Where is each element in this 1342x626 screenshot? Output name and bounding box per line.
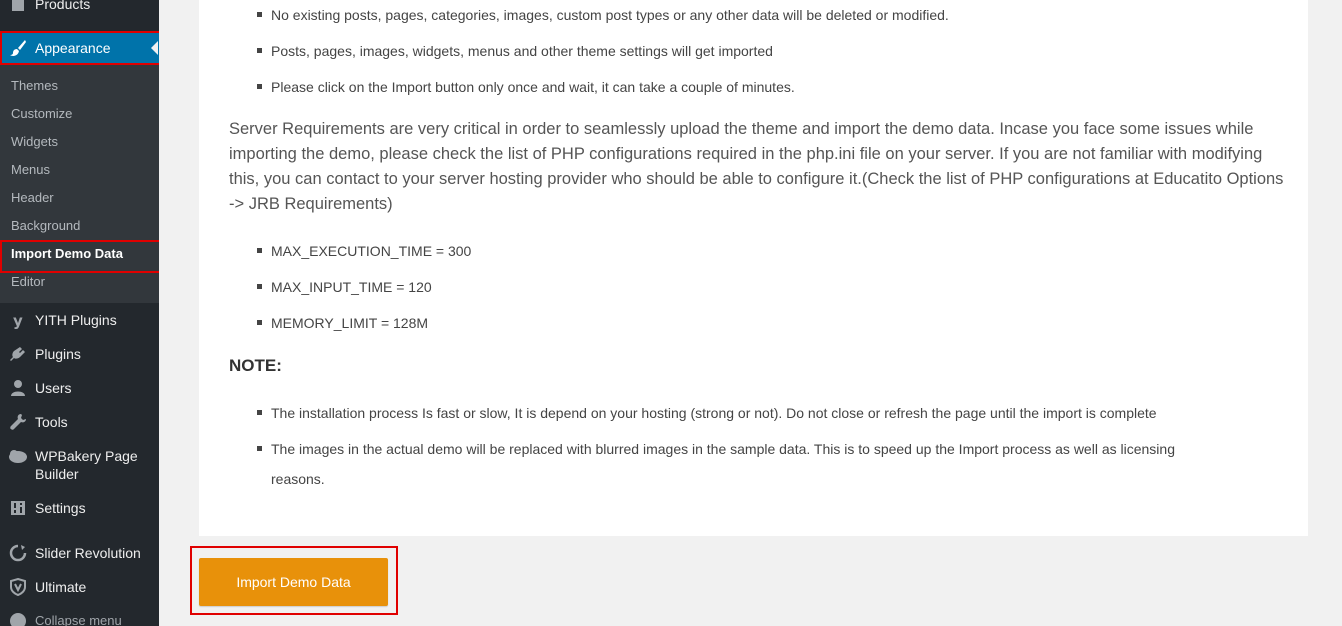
bullet-marker [257, 446, 262, 451]
note-bullet-2: The images in the actual demo will be re… [271, 441, 1175, 457]
bullet-marker [257, 248, 262, 253]
bullet-marker [257, 84, 262, 89]
menu-label-plugins: Plugins [35, 346, 81, 362]
products-icon [8, 0, 28, 13]
menu-label-tools: Tools [35, 414, 68, 430]
intro-bullet-1: No existing posts, pages, categories, im… [271, 7, 949, 23]
refresh-icon [8, 544, 28, 562]
submenu-customize[interactable]: Customize [11, 106, 72, 122]
submenu-header[interactable]: Header [11, 190, 54, 206]
appearance-submenu: Themes Customize Widgets Menus Header Ba… [0, 64, 159, 303]
collapse-icon [8, 612, 28, 626]
users-icon [8, 379, 28, 397]
yith-icon: y [8, 311, 28, 329]
submenu-menus[interactable]: Menus [11, 162, 50, 178]
menu-item-wpbakery[interactable]: WPBakery Page Builder [0, 447, 159, 483]
submenu-editor[interactable]: Editor [11, 274, 45, 290]
intro-bullet-3: Please click on the Import button only o… [271, 79, 795, 95]
note-bullet-2-continued: reasons. [271, 471, 325, 487]
requirement-max-input-time: MAX_INPUT_TIME = 120 [271, 279, 432, 295]
admin-sidebar: Products Appearance Themes Customize Wid… [0, 0, 159, 626]
menu-label-yith: YITH Plugins [35, 312, 117, 328]
paintbrush-icon [8, 39, 28, 57]
wpbakery-icon [8, 447, 28, 465]
bullet-marker [257, 320, 262, 325]
menu-item-products[interactable]: Products [0, 0, 159, 13]
bullet-marker [257, 284, 262, 289]
submenu-background[interactable]: Background [11, 218, 80, 234]
bullet-marker [257, 410, 262, 415]
menu-label-users: Users [35, 380, 72, 396]
menu-label-appearance: Appearance [35, 40, 111, 56]
note-bullet-1: The installation process Is fast or slow… [271, 405, 1157, 421]
server-requirements-paragraph: Server Requirements are very critical in… [229, 120, 1284, 213]
submenu-themes[interactable]: Themes [11, 78, 58, 94]
bullet-marker [257, 12, 262, 17]
menu-item-tools[interactable]: Tools [0, 413, 159, 431]
menu-item-slider-revolution[interactable]: Slider Revolution [0, 544, 159, 562]
import-demo-data-button[interactable]: Import Demo Data [199, 558, 388, 606]
settings-icon [8, 499, 28, 517]
menu-item-yith-plugins[interactable]: y YITH Plugins [0, 311, 159, 329]
submenu-import-demo-data[interactable]: Import Demo Data [11, 246, 123, 262]
menu-item-plugins[interactable]: Plugins [0, 345, 159, 363]
menu-label-collapse: Collapse menu [35, 613, 122, 626]
menu-label-ultimate: Ultimate [35, 579, 87, 595]
bullet-marker [257, 48, 262, 53]
requirement-memory-limit: MEMORY_LIMIT = 128M [271, 315, 429, 331]
menu-label-wpbakery-line1: WPBakery Page [35, 448, 138, 464]
submenu-widgets[interactable]: Widgets [11, 134, 58, 150]
wrench-icon [8, 413, 28, 431]
menu-label-settings: Settings [35, 500, 86, 516]
menu-item-users[interactable]: Users [0, 379, 159, 397]
menu-item-appearance[interactable]: Appearance [0, 33, 159, 63]
collapse-menu-button[interactable]: Collapse menu [0, 612, 159, 626]
plugins-icon [8, 345, 28, 363]
requirement-max-execution-time: MAX_EXECUTION_TIME = 300 [271, 243, 472, 259]
svg-text:y: y [13, 312, 23, 329]
menu-item-settings[interactable]: Settings [0, 499, 159, 517]
menu-label-products: Products [35, 0, 91, 12]
menu-label-slider: Slider Revolution [35, 545, 141, 561]
note-heading: NOTE: [229, 356, 282, 375]
menu-item-ultimate[interactable]: Ultimate [0, 578, 159, 596]
intro-bullet-2: Posts, pages, images, widgets, menus and… [271, 43, 773, 59]
current-menu-arrow [151, 41, 158, 55]
shield-icon [8, 578, 28, 596]
menu-label-wpbakery-line2: Builder [35, 466, 79, 482]
